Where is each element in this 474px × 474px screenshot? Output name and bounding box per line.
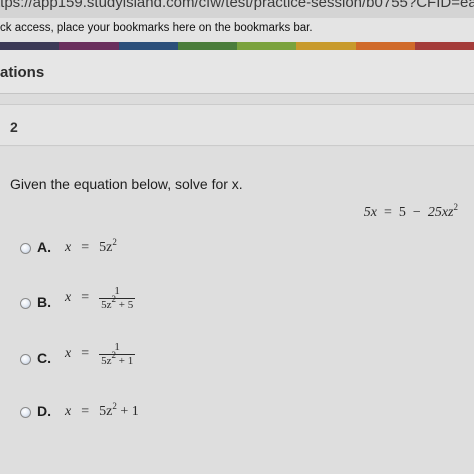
question-number-bar: 2 bbox=[0, 104, 474, 146]
option-equals: = bbox=[81, 346, 90, 362]
option-letter: B. bbox=[37, 294, 51, 310]
question-content: Given the equation below, solve for x. 5… bbox=[0, 147, 474, 474]
option-fraction: 1 5z2 + 1 bbox=[99, 341, 136, 368]
stripe-segment bbox=[0, 42, 60, 50]
answer-option-d[interactable]: D. x = 5z2 + 1 bbox=[20, 402, 320, 429]
option-expression: x = 5z2 bbox=[65, 237, 117, 256]
stripe-segment bbox=[118, 42, 178, 50]
fraction-denominator: 5z2 + 1 bbox=[99, 350, 136, 368]
option-equals: = bbox=[81, 240, 90, 255]
equation-rhs-a: 5 bbox=[398, 205, 406, 220]
answer-option-c[interactable]: C. x = 1 5z2 + 1 bbox=[20, 341, 320, 376]
equation-rhs-b: 25xz bbox=[427, 205, 454, 220]
radio-button-d[interactable] bbox=[20, 407, 31, 418]
url-text[interactable]: ttps://app159.studyisland.com/cfw/test/p… bbox=[0, 0, 474, 11]
option-expression: x = 1 5z2 + 5 bbox=[65, 285, 136, 312]
option-expression: x = 1 5z2 + 1 bbox=[65, 341, 136, 368]
denominator-rest: + 5 bbox=[116, 298, 134, 311]
answer-option-b[interactable]: B. x = 1 5z2 + 5 bbox=[20, 285, 320, 320]
answer-option-a[interactable]: A. x = 5z2 bbox=[20, 237, 320, 265]
option-rest: + 1 bbox=[116, 404, 139, 419]
denominator-base: 5z bbox=[101, 354, 112, 367]
stripe-segment bbox=[177, 42, 237, 50]
stripe-segment bbox=[237, 42, 297, 50]
option-variable: x bbox=[65, 240, 72, 255]
stripe-segment bbox=[296, 42, 356, 50]
option-letter: A. bbox=[37, 239, 51, 255]
option-base: 5z bbox=[99, 404, 113, 419]
option-exponent: 2 bbox=[112, 237, 117, 247]
denominator-base: 5z bbox=[101, 298, 112, 311]
option-base: 5z bbox=[99, 240, 113, 255]
page-header: ations bbox=[0, 50, 474, 94]
option-letter: C. bbox=[37, 350, 51, 366]
equation-rhs-exponent: 2 bbox=[453, 202, 459, 212]
equation-equals: = bbox=[384, 205, 392, 220]
option-equals: = bbox=[81, 404, 90, 419]
option-variable: x bbox=[65, 346, 72, 362]
equation-lhs: 5x bbox=[363, 205, 378, 220]
equation-minus: − bbox=[412, 205, 421, 220]
option-term: 5z2 + 1 bbox=[99, 402, 139, 420]
radio-button-b[interactable] bbox=[20, 298, 31, 309]
radio-button-a[interactable] bbox=[20, 243, 31, 254]
option-variable: x bbox=[65, 404, 72, 419]
radio-button-c[interactable] bbox=[20, 354, 31, 365]
option-equals: = bbox=[81, 290, 90, 306]
question-number: 2 bbox=[10, 119, 18, 135]
question-prompt: Given the equation below, solve for x. bbox=[10, 176, 243, 192]
given-equation: 5x = 5 − 25xz2 bbox=[363, 202, 459, 221]
stripe-segment bbox=[355, 42, 415, 50]
option-fraction: 1 5z2 + 5 bbox=[99, 285, 136, 312]
address-bar[interactable]: ttps://app159.studyisland.com/cfw/test/p… bbox=[0, 0, 474, 18]
bookmarks-hint: ck access, place your bookmarks here on … bbox=[0, 22, 313, 34]
stripe-segment bbox=[414, 42, 474, 50]
option-variable: x bbox=[65, 290, 72, 306]
section-title: ations bbox=[0, 64, 45, 81]
stripe-segment bbox=[59, 42, 119, 50]
option-expression: x = 5z2 + 1 bbox=[65, 402, 139, 420]
denominator-rest: + 1 bbox=[116, 354, 134, 367]
color-stripe bbox=[0, 42, 474, 50]
option-term: 5z2 bbox=[99, 237, 117, 256]
fraction-denominator: 5z2 + 5 bbox=[99, 294, 136, 312]
bookmarks-bar: ck access, place your bookmarks here on … bbox=[0, 18, 474, 42]
option-letter: D. bbox=[37, 403, 51, 419]
